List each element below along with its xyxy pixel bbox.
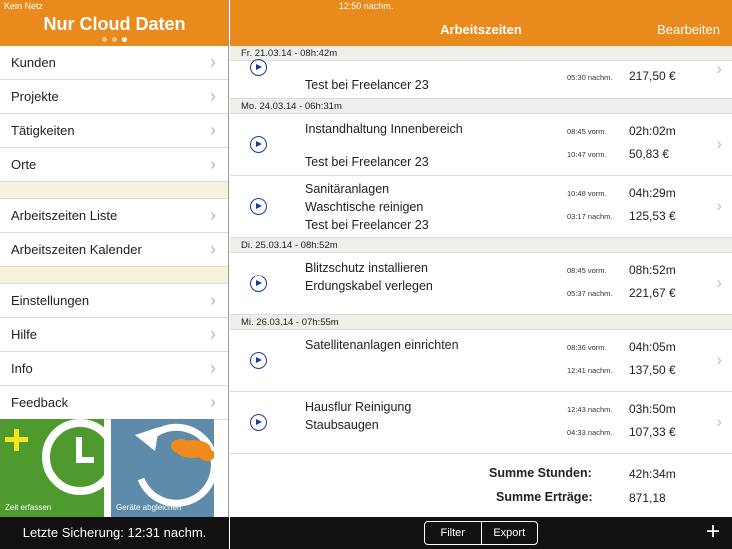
location-icon: ➚: [230, 270, 238, 280]
sync-caption: Geräte abgleichen: [116, 503, 182, 512]
menu-item-info[interactable]: Info: [0, 352, 228, 386]
sync-tile[interactable]: Geräte abgleichen: [111, 419, 214, 517]
left-title: Nur Cloud Daten: [43, 14, 186, 34]
page-dot[interactable]: [112, 37, 117, 42]
menu-item-feedback[interactable]: Feedback: [0, 386, 228, 420]
battery-percent: 46 %: [241, 270, 263, 281]
menu-item-label: Tätigkeiten: [11, 123, 75, 138]
menu-item-label: Feedback: [11, 395, 69, 410]
battery-icon: [266, 271, 285, 280]
chevron-right-icon: [210, 328, 218, 340]
menu-item-projekte[interactable]: Projekte: [0, 80, 228, 114]
menu-item-label: Arbeitszeiten Kalender: [11, 242, 142, 257]
chevron-right-icon: [210, 90, 218, 102]
menu-item-kunden[interactable]: Kunden: [0, 46, 228, 80]
menu-item-label: Einstellungen: [11, 293, 90, 308]
menu-item-label: Projekte: [11, 89, 59, 104]
menu-item-hilfe[interactable]: Hilfe: [0, 318, 228, 352]
left-panel: Nur Cloud Daten Kunden Projekte Tätigkei…: [0, 0, 229, 549]
menu-item-label: Info: [11, 361, 33, 376]
menu-item-label: Kunden: [11, 55, 56, 70]
chevron-right-icon: [210, 294, 218, 306]
menu-item-label: Orte: [11, 157, 37, 172]
menu-item-orte[interactable]: Orte: [0, 148, 228, 182]
chevron-right-icon: [210, 56, 218, 68]
menu-item-taetigkeiten[interactable]: Tätigkeiten: [0, 114, 228, 148]
chevron-right-icon: [210, 362, 218, 374]
page-dot-active[interactable]: [122, 37, 127, 42]
status-right: ➚ 46 %: [230, 1, 732, 549]
page-dots[interactable]: [0, 37, 229, 42]
last-backup-label: Letzte Sicherung: 12:31 nachm.: [0, 517, 229, 549]
page-dot[interactable]: [102, 37, 107, 42]
time-entry-caption: Zeit erfassen: [5, 503, 52, 512]
chevron-right-icon: [210, 124, 218, 136]
menu-item-label: Arbeitszeiten Liste: [11, 208, 118, 223]
menu-item-einstellungen[interactable]: Einstellungen: [0, 284, 228, 318]
menu-divider: [0, 267, 228, 284]
status-bar: Kein Netz 12:50 nachm. ➚ 46 %: [0, 0, 732, 281]
menu-item-arbeitszeiten-kalender[interactable]: Arbeitszeiten Kalender: [0, 233, 228, 267]
menu-item-label: Hilfe: [11, 327, 38, 342]
time-entry-tile[interactable]: Zeit erfassen: [0, 419, 104, 517]
quick-tiles: Zeit erfassen Geräte abgleichen: [0, 419, 229, 517]
menu-divider: [0, 182, 228, 199]
chevron-right-icon: [210, 209, 218, 221]
chevron-right-icon: [210, 396, 218, 408]
chevron-right-icon: [210, 243, 218, 255]
menu-item-arbeitszeiten-liste[interactable]: Arbeitszeiten Liste: [0, 199, 228, 233]
chevron-right-icon: [210, 158, 218, 170]
